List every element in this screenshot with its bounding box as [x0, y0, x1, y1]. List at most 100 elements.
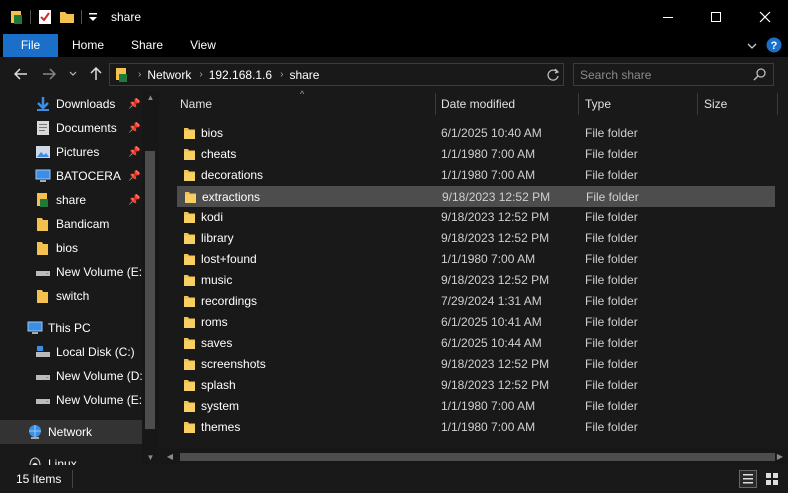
file-name: cheats [201, 147, 237, 161]
file-name: music [201, 273, 233, 287]
sidebar-item-new-volume-e[interactable]: New Volume (E:) [0, 260, 146, 284]
file-row[interactable]: roms 6/1/2025 10:41 AM File folder [177, 312, 775, 333]
sidebar-item-local-disk-c[interactable]: Local Disk (C:) [0, 340, 142, 364]
horizontal-scrollbar[interactable]: ◀ ▶ [160, 449, 788, 465]
breadcrumb-share[interactable]: share [289, 68, 319, 82]
sidebar-item-new-volume-e-2[interactable]: New Volume (E:) [0, 388, 146, 412]
sidebar-item-downloads[interactable]: Downloads 📌 [0, 92, 142, 116]
column-header-name[interactable]: Name [174, 91, 436, 117]
file-date-modified: 7/29/2024 1:31 AM [441, 294, 542, 308]
pin-icon[interactable]: 📌 [128, 195, 140, 206]
file-name: system [201, 399, 240, 413]
file-type: File folder [585, 252, 638, 266]
file-date-modified: 6/1/2025 10:44 AM [441, 336, 542, 350]
sidebar-item-bandicam[interactable]: Bandicam [0, 212, 142, 236]
sidebar-item-bios[interactable]: bios [0, 236, 142, 260]
quick-access-toolbar [10, 8, 98, 26]
pin-icon[interactable]: 📌 [128, 147, 140, 158]
scroll-up-icon[interactable]: ▲ [142, 91, 159, 105]
file-row[interactable]: extractions 9/18/2023 12:52 PM File folder [177, 186, 775, 207]
search-box[interactable] [573, 63, 774, 86]
sidebar-scrollbar[interactable]: ▲ ▼ [142, 91, 159, 465]
breadcrumb-host[interactable]: 192.168.1.6 [209, 68, 272, 82]
window-title: share [111, 10, 142, 24]
refresh-icon[interactable] [546, 68, 560, 82]
file-row[interactable]: lost+found 1/1/1980 7:00 AM File folder [177, 249, 775, 270]
file-row[interactable]: bios 6/1/2025 10:40 AM File folder [177, 123, 775, 144]
sidebar-item-share[interactable]: share 📌 [0, 188, 142, 212]
sidebar-item-documents[interactable]: Documents 📌 [0, 116, 142, 140]
chevron-down-icon[interactable] [746, 40, 758, 52]
help-icon[interactable]: ? [766, 37, 782, 53]
sidebar-scroll-thumb[interactable] [145, 151, 155, 429]
column-header-date-modified[interactable]: Date modified [435, 91, 579, 117]
search-input[interactable] [580, 67, 750, 83]
file-date-modified: 1/1/1980 7:00 AM [441, 147, 536, 161]
minimize-button[interactable] [645, 0, 691, 34]
sidebar-item-linux[interactable]: Linux [0, 452, 142, 465]
scroll-left-icon[interactable]: ◀ [162, 449, 178, 465]
properties-icon[interactable] [37, 9, 53, 25]
sidebar-item-network[interactable]: Network [0, 420, 142, 444]
customize-qat-icon[interactable] [88, 11, 98, 23]
column-header-size[interactable]: Size [698, 91, 778, 117]
maximize-icon [711, 12, 721, 22]
new-folder-icon[interactable] [59, 9, 75, 25]
file-row[interactable]: saves 6/1/2025 10:44 AM File folder [177, 333, 775, 354]
file-row[interactable]: screenshots 9/18/2023 12:52 PM File folder [177, 354, 775, 375]
maximize-button[interactable] [693, 0, 739, 34]
folder-icon [184, 359, 195, 370]
sidebar-item-batocera[interactable]: BATOCERA 📌 [0, 164, 142, 188]
sidebar-item-label: Network [48, 425, 93, 439]
file-row[interactable]: recordings 7/29/2024 1:31 AM File folder [177, 291, 775, 312]
horizontal-scroll-thumb[interactable] [180, 453, 775, 461]
this-pc-icon [27, 321, 43, 334]
sidebar-item-label: This PC [48, 321, 91, 335]
tab-share[interactable]: Share [125, 34, 169, 57]
details-view-icon[interactable] [739, 470, 757, 488]
column-divider[interactable] [777, 93, 778, 115]
pin-icon[interactable]: 📌 [128, 123, 140, 134]
sidebar-item-this-pc[interactable]: This PC [0, 316, 142, 340]
pin-icon[interactable]: 📌 [128, 171, 140, 182]
network-folder-icon [116, 67, 127, 82]
address-bar[interactable]: › Network › 192.168.1.6 › share [109, 63, 639, 86]
folder-icon [185, 192, 196, 203]
forward-button[interactable] [38, 63, 60, 85]
file-row[interactable]: system 1/1/1980 7:00 AM File folder [177, 396, 775, 417]
file-row[interactable]: cheats 1/1/1980 7:00 AM File folder [177, 144, 775, 165]
file-type: File folder [586, 190, 639, 204]
breadcrumb-separator: › [199, 69, 203, 80]
column-header-type[interactable]: Type [579, 91, 697, 117]
system-drive-icon [36, 346, 50, 357]
breadcrumb-separator: › [138, 69, 142, 80]
scroll-right-icon[interactable]: ▶ [772, 449, 788, 465]
folder-icon [184, 149, 195, 160]
pin-icon[interactable]: 📌 [128, 99, 140, 110]
close-button[interactable] [742, 0, 788, 34]
file-row[interactable]: library 9/18/2023 12:52 PM File folder [177, 228, 775, 249]
breadcrumb-separator: › [280, 69, 284, 80]
tab-home[interactable]: Home [66, 34, 110, 57]
file-name: splash [201, 378, 236, 392]
file-row[interactable]: decorations 1/1/1980 7:00 AM File folder [177, 165, 775, 186]
file-row[interactable]: themes 1/1/1980 7:00 AM File folder [177, 417, 775, 438]
sidebar-item-label: switch [56, 289, 90, 303]
tab-view[interactable]: View [183, 34, 223, 57]
scroll-down-icon[interactable]: ▼ [142, 451, 159, 465]
sidebar-item-switch[interactable]: switch [0, 284, 142, 308]
file-row[interactable]: music 9/18/2023 12:52 PM File folder [177, 270, 775, 291]
breadcrumb-network[interactable]: Network [147, 68, 191, 82]
recent-locations-button[interactable] [66, 63, 80, 85]
sidebar-item-pictures[interactable]: Pictures 📌 [0, 140, 142, 164]
up-button[interactable] [86, 63, 106, 85]
sidebar-item-label: Linux [48, 457, 77, 465]
file-date-modified: 9/18/2023 12:52 PM [441, 357, 550, 371]
back-button[interactable] [10, 63, 32, 85]
search-icon[interactable] [753, 67, 767, 81]
large-icons-view-icon[interactable] [763, 470, 781, 488]
file-row[interactable]: splash 9/18/2023 12:52 PM File folder [177, 375, 775, 396]
tab-file[interactable]: File [3, 34, 58, 57]
sidebar-item-new-volume-d[interactable]: New Volume (D:) [0, 364, 147, 388]
file-row[interactable]: kodi 9/18/2023 12:52 PM File folder [177, 207, 775, 228]
